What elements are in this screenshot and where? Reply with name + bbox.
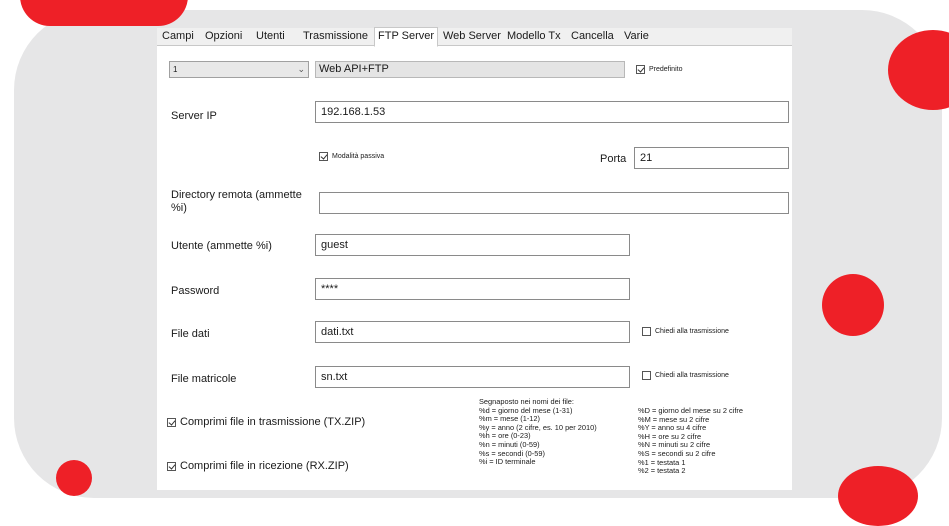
- default-label: Predefinito: [649, 66, 683, 73]
- placeholder-legend-left: Segnaposto nei nomi dei file: %d = giorn…: [479, 397, 597, 467]
- port-label: Porta: [600, 153, 627, 165]
- password-label: Password: [171, 285, 220, 297]
- server-ip-label: Server IP: [171, 110, 217, 122]
- serial-file-label: File matricole: [171, 373, 237, 385]
- tab-web-server[interactable]: Web Server: [443, 28, 501, 45]
- port-input[interactable]: 21: [634, 147, 789, 169]
- data-file-ask-label: Chiedi alla trasmissione: [655, 328, 729, 335]
- tab-ftp-server[interactable]: FTP Server: [374, 27, 439, 47]
- compress-tx-label: Comprimi file in trasmissione (TX.ZIP): [180, 416, 366, 428]
- compress-rx-checkbox[interactable]: Comprimi file in ricezione (RX.ZIP): [167, 460, 349, 472]
- user-input[interactable]: guest: [315, 234, 630, 256]
- profile-select[interactable]: 1 ⌄: [169, 61, 309, 78]
- decor-blob: [56, 460, 92, 496]
- checkbox-icon: [642, 371, 651, 380]
- data-file-input[interactable]: dati.txt: [315, 321, 630, 343]
- chevron-down-icon: ⌄: [297, 64, 305, 74]
- placeholder-item: %i = ID terminale: [479, 457, 536, 467]
- checkbox-icon: [167, 461, 176, 471]
- tab-trasmissione[interactable]: Trasmissione: [303, 28, 368, 45]
- passive-mode-label: Modalità passiva: [332, 153, 385, 160]
- tab-modello-tx[interactable]: Modello Tx: [507, 28, 561, 45]
- checkbox-icon: [167, 417, 176, 427]
- tab-opzioni[interactable]: Opzioni: [205, 28, 242, 45]
- checkbox-icon: [319, 152, 328, 161]
- password-input[interactable]: ****: [315, 278, 630, 300]
- passive-mode-checkbox[interactable]: Modalità passiva: [319, 152, 384, 161]
- serial-file-input[interactable]: sn.txt: [315, 366, 630, 388]
- remote-dir-label: Directory remota (ammette %i): [171, 189, 302, 214]
- checkbox-icon: [642, 327, 651, 336]
- data-file-ask-checkbox[interactable]: Chiedi alla trasmissione: [642, 327, 729, 336]
- tab-bar: Campi Opzioni Utenti Trasmissione FTP Se…: [157, 27, 792, 47]
- decor-blob: [20, 0, 188, 26]
- decor-blob: [822, 274, 884, 336]
- compress-tx-checkbox[interactable]: Comprimi file in trasmissione (TX.ZIP): [167, 416, 365, 428]
- user-label: Utente (ammette %i): [171, 240, 272, 252]
- decor-blob: [838, 466, 918, 526]
- checkbox-icon: [636, 65, 645, 74]
- serial-file-ask-checkbox[interactable]: Chiedi alla trasmissione: [642, 371, 729, 380]
- mode-field: Web API+FTP: [315, 61, 625, 78]
- remote-dir-input[interactable]: [319, 192, 789, 214]
- profile-select-value: 1: [173, 65, 178, 74]
- tab-campi[interactable]: Campi: [162, 28, 194, 45]
- serial-file-ask-label: Chiedi alla trasmissione: [655, 372, 729, 379]
- tab-varie[interactable]: Varie: [624, 28, 649, 45]
- compress-rx-label: Comprimi file in ricezione (RX.ZIP): [180, 460, 349, 472]
- tab-cancella[interactable]: Cancella: [571, 28, 614, 45]
- placeholder-item: %2 = testata 2: [638, 466, 686, 476]
- server-ip-input[interactable]: 192.168.1.53: [315, 101, 789, 123]
- data-file-label: File dati: [171, 328, 210, 340]
- settings-window: Campi Opzioni Utenti Trasmissione FTP Se…: [157, 27, 792, 490]
- default-checkbox[interactable]: Predefinito: [636, 65, 682, 74]
- placeholder-legend-right: %D = giorno del mese su 2 cifre %M = mes…: [638, 406, 743, 476]
- tab-utenti[interactable]: Utenti: [256, 28, 285, 45]
